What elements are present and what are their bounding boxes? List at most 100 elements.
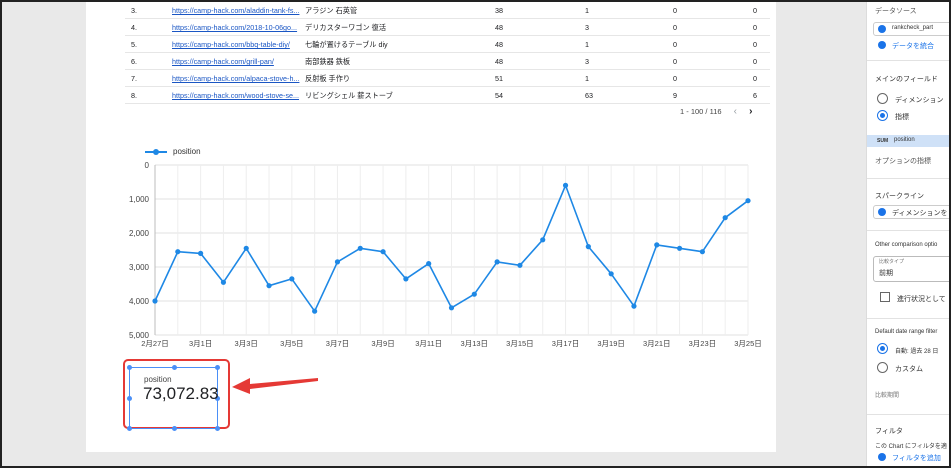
x-tick-label: 3月3日	[235, 339, 258, 348]
data-point	[585, 244, 591, 250]
table-cell-d: 0	[753, 6, 757, 15]
resize-handle-icon[interactable]	[215, 426, 220, 431]
data-point	[426, 261, 432, 267]
red-arrow-icon	[232, 378, 318, 394]
table-cell-a: 48	[495, 23, 503, 32]
table-cell-d: 6	[753, 91, 757, 100]
resize-handle-icon[interactable]	[127, 365, 132, 370]
field-name: position	[894, 137, 915, 143]
divider	[867, 414, 949, 415]
table-cell-b: 1	[585, 6, 589, 15]
prev-page-icon[interactable]: ‹	[734, 106, 737, 117]
x-tick-label: 3月11日	[415, 339, 442, 348]
filter-description: この Chart にフィルタを適	[875, 444, 947, 450]
position-line-chart[interactable]: 01,0002,0003,0004,0005,0002月27日 3月1日 3月3日 3…	[100, 155, 770, 355]
table-cell-b: 3	[585, 23, 589, 32]
table-cell-query: リビングシェル 薪ストーブ	[305, 91, 393, 100]
table-cell-d: 0	[753, 40, 757, 49]
y-tick-label: 0	[145, 161, 150, 170]
data-point	[722, 215, 728, 221]
x-tick-label: 3月21日	[643, 339, 671, 348]
next-page-icon[interactable]: ›	[749, 106, 752, 117]
add-filter-link[interactable]: フィルタを追加	[892, 453, 941, 463]
compare-period-label: 比較期間	[875, 393, 900, 399]
table-row[interactable]: 7. https://camp-hack.com/alpaca-stove-h..…	[125, 70, 770, 87]
table-row[interactable]: 3. https://camp-hack.com/aladdin-tank-fs.…	[125, 2, 770, 19]
field-aggregation: SUM	[877, 138, 889, 144]
dimension-radio-label: ディメンション	[895, 97, 944, 104]
x-tick-label: 3月1日	[189, 339, 212, 348]
resize-handle-icon[interactable]	[127, 426, 132, 431]
add-icon	[878, 453, 886, 461]
table-cell-c: 9	[673, 91, 677, 100]
auto-date-label: 自動: 過去 28 日	[895, 349, 939, 355]
table-cell-a: 54	[495, 91, 503, 100]
scorecard-value: 73,072.83	[143, 384, 219, 403]
comparison-type-label: 比較タイプ	[879, 259, 905, 265]
table-cell-query: 七輪が置けるテーブル diy	[305, 40, 388, 49]
table-cell-c: 0	[673, 57, 677, 66]
table-row[interactable]: 5. https://camp-hack.com/bbq-table-diy/七輪…	[125, 36, 770, 53]
comparison-type-value: 前期	[879, 270, 893, 277]
page-url-link[interactable]: https://camp-hack.com/alpaca-stove-h...	[172, 74, 300, 83]
dimension-radio[interactable]	[877, 93, 888, 104]
resize-handle-icon[interactable]	[172, 426, 177, 431]
x-tick-label: 3月13日	[461, 339, 489, 348]
divider	[867, 230, 949, 231]
table-cell-b: 3	[585, 57, 589, 66]
x-tick-label: 3月15日	[506, 339, 534, 348]
resize-handle-icon[interactable]	[172, 365, 177, 370]
data-point	[198, 250, 204, 256]
table-cell-a: 48	[495, 40, 503, 49]
table-cell-no: 6.	[131, 57, 137, 66]
data-point	[403, 276, 409, 282]
date-range-heading: Default date range filter	[875, 329, 938, 335]
table-row[interactable]: 6. https://camp-hack.com/grill-pan/南部鉄器 鉄…	[125, 53, 770, 70]
page-url-link[interactable]: https://camp-hack.com/bbq-table-diy/	[172, 40, 300, 49]
table-row[interactable]: 4. https://camp-hack.com/2018-10-06go... デ…	[125, 19, 770, 36]
x-tick-label: 3月7日	[326, 339, 349, 348]
page-url-link[interactable]: https://camp-hack.com/wood-stove-se...	[172, 91, 300, 100]
blend-data-link[interactable]: データを統合	[892, 41, 934, 51]
data-point	[175, 249, 181, 255]
data-point	[517, 262, 523, 268]
divider	[867, 60, 949, 61]
data-table: 3. https://camp-hack.com/aladdin-tank-fs.…	[125, 2, 770, 104]
comparison-heading: Other comparison optio	[875, 242, 938, 248]
data-point	[152, 298, 158, 304]
table-cell-no: 7.	[131, 74, 137, 83]
resize-handle-icon[interactable]	[215, 365, 220, 370]
table-cell-d: 0	[753, 57, 757, 66]
data-point	[266, 283, 272, 289]
metric-radio[interactable]	[877, 110, 888, 121]
table-cell-a: 48	[495, 57, 503, 66]
metric-radio-label: 指標	[895, 114, 909, 121]
table-cell-c: 0	[673, 23, 677, 32]
filter-heading: フィルタ	[875, 428, 903, 435]
auto-date-radio[interactable]	[877, 343, 888, 354]
workspace-gutter-bottom	[86, 452, 776, 466]
custom-date-radio[interactable]	[877, 362, 888, 373]
page-url-link[interactable]: https://camp-hack.com/2018-10-06go...	[172, 23, 300, 32]
table-cell-c: 0	[673, 6, 677, 15]
datasource-icon	[878, 25, 886, 33]
table-cell-d: 0	[753, 23, 757, 32]
table-cell-b: 63	[585, 91, 593, 100]
datasource-heading: データソース	[875, 8, 917, 15]
table-cell-a: 38	[495, 6, 503, 15]
table-cell-query: アラジン 石英管	[305, 6, 358, 15]
page-url-link[interactable]: https://camp-hack.com/grill-pan/	[172, 57, 300, 66]
data-point	[357, 245, 363, 251]
y-tick-label: 3,000	[129, 263, 150, 272]
page-url-link[interactable]: https://camp-hack.com/aladdin-tank-fs...	[172, 6, 300, 15]
resize-handle-icon[interactable]	[127, 396, 132, 401]
progress-checkbox[interactable]	[880, 292, 890, 302]
optional-metric-label[interactable]: オプションの指標	[875, 156, 931, 166]
table-row[interactable]: 8. https://camp-hack.com/wood-stove-se...…	[125, 87, 770, 104]
table-cell-d: 0	[753, 74, 757, 83]
data-point	[471, 291, 477, 297]
custom-date-label: カスタム	[895, 366, 923, 373]
data-point	[562, 182, 569, 188]
datasource-name: rankcheck_part	[892, 25, 934, 31]
data-point	[745, 198, 751, 204]
